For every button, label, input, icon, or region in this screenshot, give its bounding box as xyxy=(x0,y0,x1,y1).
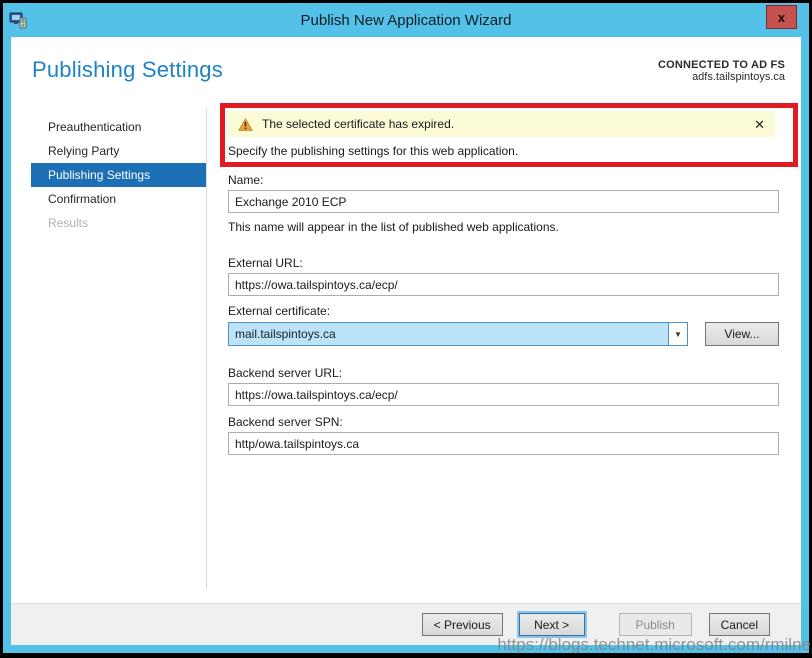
name-input[interactable] xyxy=(228,190,779,213)
wizard-dialog: Publishing Settings CONNECTED TO AD FS a… xyxy=(11,37,801,645)
wizard-app-icon xyxy=(9,10,29,30)
wizard-steps-sidebar: Preauthentication Relying Party Publishi… xyxy=(31,115,206,235)
window-close-button[interactable]: x xyxy=(766,5,797,29)
page-description: Specify the publishing settings for this… xyxy=(228,144,779,158)
view-certificate-button[interactable]: View... xyxy=(705,322,779,346)
external-certificate-row: mail.tailspintoys.ca ▼ View... xyxy=(228,322,779,346)
next-button[interactable]: Next > xyxy=(519,613,585,636)
window-title: Publish New Application Wizard xyxy=(301,12,512,29)
backend-server-spn-label: Backend server SPN: xyxy=(228,415,779,429)
external-url-input[interactable] xyxy=(228,273,779,296)
external-certificate-dropdown[interactable]: mail.tailspintoys.ca ▼ xyxy=(228,322,688,346)
cancel-button[interactable]: Cancel xyxy=(709,613,770,636)
titlebar: Publish New Application Wizard x xyxy=(3,3,809,37)
warning-icon xyxy=(238,118,253,131)
previous-button[interactable]: < Previous xyxy=(422,613,503,636)
publishing-settings-form: The selected certificate has expired. ✕ … xyxy=(228,111,779,455)
certificate-expired-warning-banner: The selected certificate has expired. ✕ xyxy=(228,111,775,137)
close-icon: x xyxy=(778,10,785,25)
chevron-down-icon[interactable]: ▼ xyxy=(668,323,687,345)
external-url-label: External URL: xyxy=(228,256,779,270)
wizard-footer: < Previous Next > Publish Cancel xyxy=(11,603,801,645)
connected-status: CONNECTED TO AD FS adfs.tailspintoys.ca xyxy=(658,59,785,83)
sidebar-item-results: Results xyxy=(31,211,206,235)
wizard-content: Publishing Settings CONNECTED TO AD FS a… xyxy=(11,37,801,603)
backend-server-url-input[interactable] xyxy=(228,383,779,406)
sidebar-item-publishing-settings[interactable]: Publishing Settings xyxy=(31,163,206,187)
sidebar-item-preauthentication[interactable]: Preauthentication xyxy=(31,115,206,139)
external-certificate-value: mail.tailspintoys.ca xyxy=(229,323,668,345)
banner-close-icon[interactable]: ✕ xyxy=(754,118,765,131)
name-label: Name: xyxy=(228,173,779,187)
warning-message: The selected certificate has expired. xyxy=(262,117,754,131)
publish-button: Publish xyxy=(619,613,692,636)
backend-server-url-label: Backend server URL: xyxy=(228,366,779,380)
page-title: Publishing Settings xyxy=(32,57,223,83)
wizard-window: Publish New Application Wizard x Publish… xyxy=(3,3,809,653)
spacer xyxy=(688,322,705,346)
external-certificate-label: External certificate: xyxy=(228,304,779,318)
connected-label: CONNECTED TO AD FS xyxy=(658,59,785,71)
sidebar-divider xyxy=(206,109,207,589)
backend-server-spn-input[interactable] xyxy=(228,432,779,455)
sidebar-item-relying-party[interactable]: Relying Party xyxy=(31,139,206,163)
sidebar-item-confirmation[interactable]: Confirmation xyxy=(31,187,206,211)
name-caption: This name will appear in the list of pub… xyxy=(228,220,779,234)
connected-server: adfs.tailspintoys.ca xyxy=(658,71,785,83)
